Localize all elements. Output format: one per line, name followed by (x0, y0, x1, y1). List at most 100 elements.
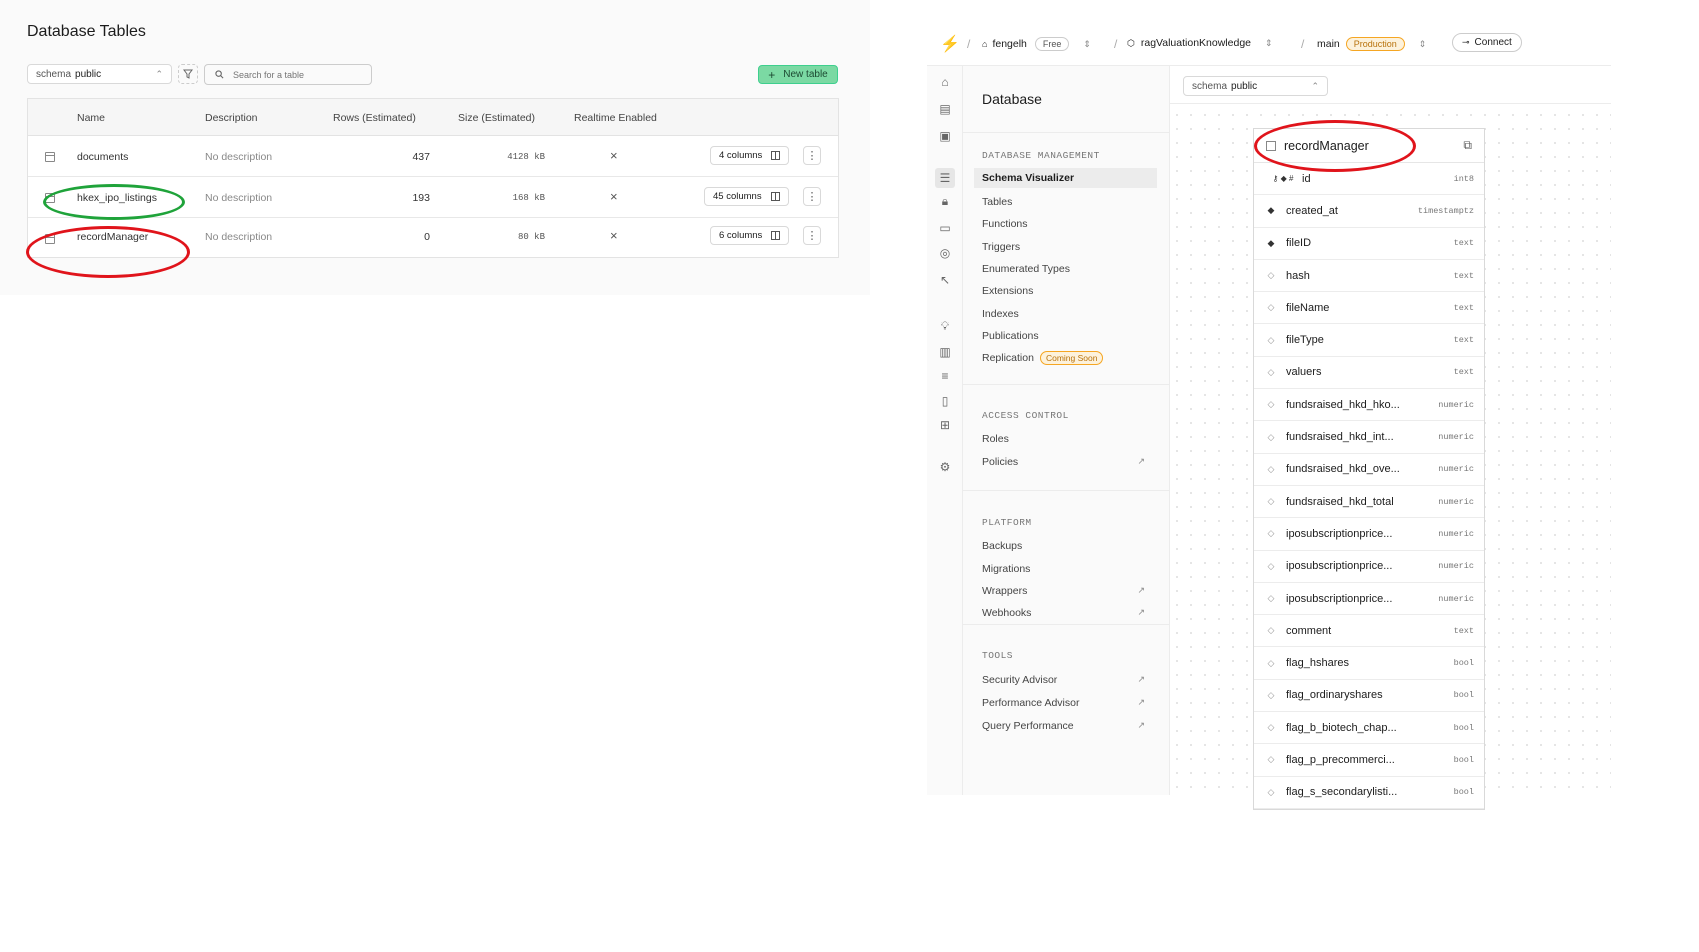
column-name: fileName (1286, 301, 1330, 314)
sidebar-item-security-advisor[interactable]: Security Advisor ↗ (982, 674, 1157, 686)
column-name: valuers (1286, 366, 1322, 379)
schema-canvas[interactable]: schema public ⌃ recordManager ⧉ ⚷ ◆ # id i… (1170, 66, 1611, 810)
column-row[interactable]: ◇ fileType text (1254, 324, 1484, 357)
columns-label: 6 columns (719, 230, 763, 241)
col-header-rows[interactable]: Rows (Estimated) (333, 112, 416, 124)
supabase-dashboard: ⚡ / ⌂ fengelh Free ⇕ / ⬡ ragValuationKno… (927, 25, 1611, 810)
column-row[interactable]: ◇ flag_p_precommerci... bool (1254, 744, 1484, 777)
schema-select[interactable]: schema public ⌃ (1183, 76, 1328, 96)
sidebar-item-triggers[interactable]: Triggers (982, 241, 1157, 253)
table-search[interactable] (204, 64, 372, 85)
non-nullable-icon: ◆ (1267, 205, 1275, 216)
row-menu-button[interactable]: ⋮ (803, 226, 821, 245)
sidebar-item-replication[interactable]: Replication Coming Soon (982, 351, 1157, 365)
row-menu-button[interactable]: ⋮ (803, 187, 821, 206)
realtime-disabled-icon: × (610, 148, 618, 163)
col-header-realtime[interactable]: Realtime Enabled (574, 112, 657, 124)
gear-icon[interactable]: ⚙ (938, 460, 952, 474)
column-type: text (1453, 302, 1474, 313)
column-row[interactable]: ◇ comment text (1254, 615, 1484, 648)
home-icon[interactable]: ⌂ (938, 75, 952, 89)
col-header-size[interactable]: Size (Estimated) (458, 112, 535, 124)
column-row[interactable]: ◇ fundsraised_hkd_int... numeric (1254, 421, 1484, 454)
storage-icon[interactable]: ▭ (938, 221, 952, 235)
logs-icon[interactable]: ≡ (938, 369, 952, 383)
sidebar-item-wrappers[interactable]: Wrappers ↗ (982, 585, 1157, 597)
sidebar-item-migrations[interactable]: Migrations (982, 563, 1157, 575)
lock-icon[interactable]: 🔒︎ (938, 194, 952, 208)
sidebar-item-performance-advisor[interactable]: Performance Advisor ↗ (982, 697, 1157, 709)
sidebar-item-query-performance[interactable]: Query Performance ↗ (982, 720, 1157, 732)
sidebar-item-tables[interactable]: Tables (982, 196, 1157, 208)
column-name: fundsraised_hkd_int... (1286, 431, 1394, 444)
column-row[interactable]: ◇ fundsraised_hkd_total numeric (1254, 486, 1484, 519)
search-input[interactable] (233, 69, 363, 80)
reports-icon[interactable]: ▥ (938, 345, 952, 359)
sidebar-item-backups[interactable]: Backups (982, 540, 1157, 552)
nullable-icon: ◇ (1267, 463, 1275, 474)
project-switcher[interactable]: ⬡ ragValuationKnowledge ⇕ (1127, 37, 1273, 49)
column-type: bool (1453, 690, 1474, 701)
column-row[interactable]: ◇ iposubscriptionprice... numeric (1254, 518, 1484, 551)
arrow-up-right-icon: ↗ (1137, 720, 1145, 730)
external-link-icon[interactable]: ⧉ (1463, 138, 1472, 153)
table-row[interactable]: documents No description 437 4128 kB × 4… (28, 136, 838, 177)
nullable-icon: ◇ (1267, 431, 1275, 442)
column-row[interactable]: ◇ flag_hshares bool (1254, 647, 1484, 680)
webhooks-label: Webhooks (982, 607, 1032, 619)
arrow-up-right-icon: ↗ (1137, 697, 1145, 707)
column-type: bool (1453, 787, 1474, 798)
filter-button[interactable] (178, 64, 198, 84)
schema-label: schema (1192, 80, 1228, 92)
branch-switcher[interactable]: main Production ⇕ (1317, 37, 1426, 51)
org-switcher[interactable]: ⌂ fengelh Free ⇕ (982, 37, 1091, 51)
filter-icon (183, 69, 193, 79)
table-editor-icon[interactable]: ▤ (938, 102, 952, 116)
sidebar-item-extensions[interactable]: Extensions (982, 285, 1157, 297)
realtime-icon[interactable]: ◎ (938, 246, 952, 260)
column-row[interactable]: ◇ fileName text (1254, 292, 1484, 325)
column-row[interactable]: ◇ valuers text (1254, 357, 1484, 390)
supabase-logo-icon[interactable]: ⚡ (940, 34, 960, 54)
integrations-icon[interactable]: ⊞ (938, 418, 952, 432)
columns-button[interactable]: 4 columns (710, 146, 790, 165)
database-icon[interactable]: ☰ (935, 168, 955, 188)
sql-editor-icon[interactable]: ▣ (938, 129, 952, 143)
columns-label: 4 columns (719, 150, 763, 161)
table-name[interactable]: documents (77, 151, 128, 163)
column-row[interactable]: ◇ flag_b_biotech_chap... bool (1254, 712, 1484, 745)
nullable-icon: ◇ (1267, 270, 1275, 281)
column-row[interactable]: ◇ fundsraised_hkd_ove... numeric (1254, 454, 1484, 486)
sidebar-item-functions[interactable]: Functions (982, 218, 1157, 230)
edge-functions-icon[interactable]: ↖ (938, 273, 952, 287)
columns-button[interactable]: 6 columns (710, 226, 790, 245)
column-row[interactable]: ◇ iposubscriptionprice... numeric (1254, 583, 1484, 616)
new-table-button[interactable]: + New table (758, 65, 838, 84)
sidebar-item-enumerated-types[interactable]: Enumerated Types (982, 263, 1157, 275)
column-row[interactable]: ◆ fileID text (1254, 228, 1484, 260)
nullable-icon: ◇ (1267, 754, 1275, 765)
column-row[interactable]: ◇ flag_ordinaryshares bool (1254, 680, 1484, 713)
sidebar-item-roles[interactable]: Roles (982, 433, 1157, 445)
column-row[interactable]: ◇ iposubscriptionprice... numeric (1254, 551, 1484, 583)
column-row[interactable]: ◇ fundsraised_hkd_hko... numeric (1254, 389, 1484, 422)
col-header-name[interactable]: Name (77, 112, 105, 124)
column-row[interactable]: ◆ created_at timestamptz (1254, 195, 1484, 228)
api-docs-icon[interactable]: ▯ (938, 394, 952, 408)
connect-button[interactable]: ⊸ Connect (1452, 33, 1522, 52)
column-row[interactable]: ◇ hash text (1254, 260, 1484, 293)
sidebar-item-publications[interactable]: Publications (982, 330, 1157, 342)
schema-select[interactable]: schema public ⌃ (27, 64, 172, 84)
arrow-up-right-icon: ↗ (1137, 585, 1145, 595)
sidebar-item-schema-visualizer[interactable]: Schema Visualizer (974, 168, 1157, 188)
sidebar-item-policies[interactable]: Policies ↗ (982, 456, 1157, 468)
columns-button[interactable]: 45 columns (704, 187, 789, 206)
row-menu-button[interactable]: ⋮ (803, 146, 821, 165)
col-header-description[interactable]: Description (205, 112, 258, 124)
sidebar-item-indexes[interactable]: Indexes (982, 308, 1157, 320)
sidebar-item-webhooks[interactable]: Webhooks ↗ (982, 607, 1157, 619)
column-row[interactable]: ◇ flag_s_secondarylisti... bool (1254, 777, 1484, 809)
advisors-icon[interactable]: 💡︎ (938, 319, 952, 333)
coming-soon-badge: Coming Soon (1039, 351, 1104, 365)
table-node-card[interactable]: recordManager ⧉ ⚷ ◆ # id int8 ◆ created_at ti… (1253, 128, 1485, 810)
